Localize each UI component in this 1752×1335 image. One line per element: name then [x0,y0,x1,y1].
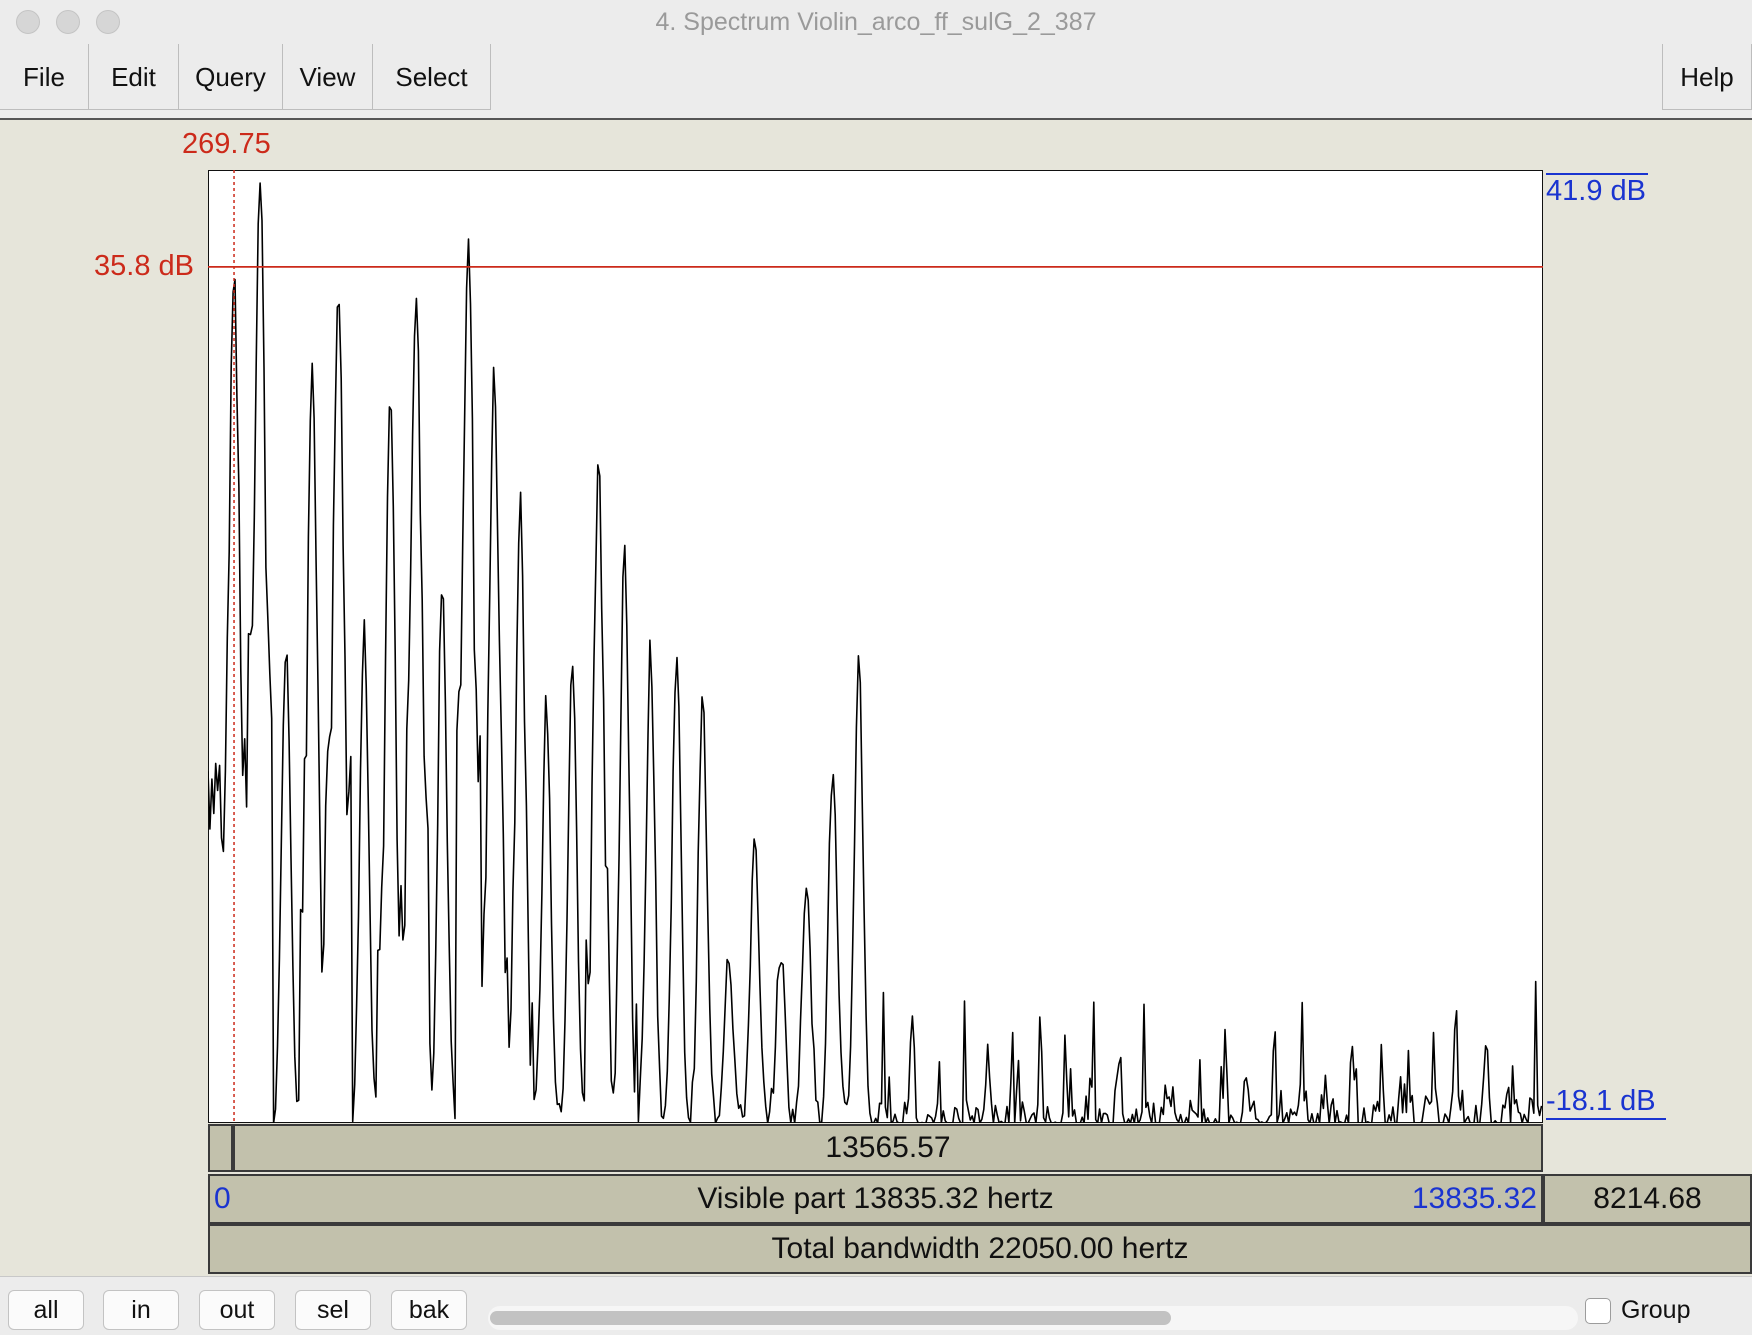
cursor-frequency-label: 269.75 [182,128,271,160]
menu-help[interactable]: Help [1662,44,1752,110]
total-bandwidth-label: Total bandwidth 22050.00 hertz [771,1232,1189,1265]
window-length-bar[interactable]: 13565.57 [233,1124,1543,1172]
visible-end-label: 13835.32 [1411,1182,1537,1215]
visible-start-label: 0 [214,1182,231,1215]
menu-edit[interactable]: Edit [89,44,179,110]
group-checkbox[interactable] [1585,1298,1611,1324]
menu-view[interactable]: View [283,44,373,110]
left-stub-bar[interactable] [208,1124,233,1172]
total-bandwidth-bar[interactable]: Total bandwidth 22050.00 hertz [208,1224,1752,1274]
spectrum-plot[interactable] [208,170,1543,1123]
menu-query[interactable]: Query [179,44,283,110]
scrollbar-thumb[interactable] [490,1311,1171,1325]
cursor-db-label: 35.8 dB [94,250,194,282]
y-min-label: -18.1 dB [1546,1085,1666,1120]
zoom-out-button[interactable]: out [199,1290,275,1330]
right-remaining-bar[interactable]: 8214.68 [1543,1174,1752,1224]
menu-bar: File Edit Query View Select Help [0,44,1752,120]
visible-part-bar[interactable]: Visible part 13835.32 hertz 0 13835.32 [208,1174,1543,1224]
plot-frame [208,170,1543,1123]
menu-file[interactable]: File [0,44,89,110]
visible-part-label: Visible part 13835.32 hertz [697,1182,1054,1215]
horizontal-scrollbar[interactable] [488,1306,1578,1330]
zoom-selection-button[interactable]: sel [295,1290,371,1330]
window-length-value: 13565.57 [825,1131,951,1164]
group-label: Group [1621,1296,1691,1324]
window-title: 4. Spectrum Violin_arco_ff_sulG_2_387 [655,8,1097,36]
menu-select[interactable]: Select [373,44,491,110]
zoom-all-button[interactable]: all [8,1290,84,1330]
title-bar: 4. Spectrum Violin_arco_ff_sulG_2_387 [0,0,1752,45]
zoom-in-button[interactable]: in [103,1290,179,1330]
y-max-label: 41.9 dB [1546,173,1648,207]
right-remaining-value: 8214.68 [1593,1182,1702,1215]
zoom-back-button[interactable]: bak [391,1290,467,1330]
